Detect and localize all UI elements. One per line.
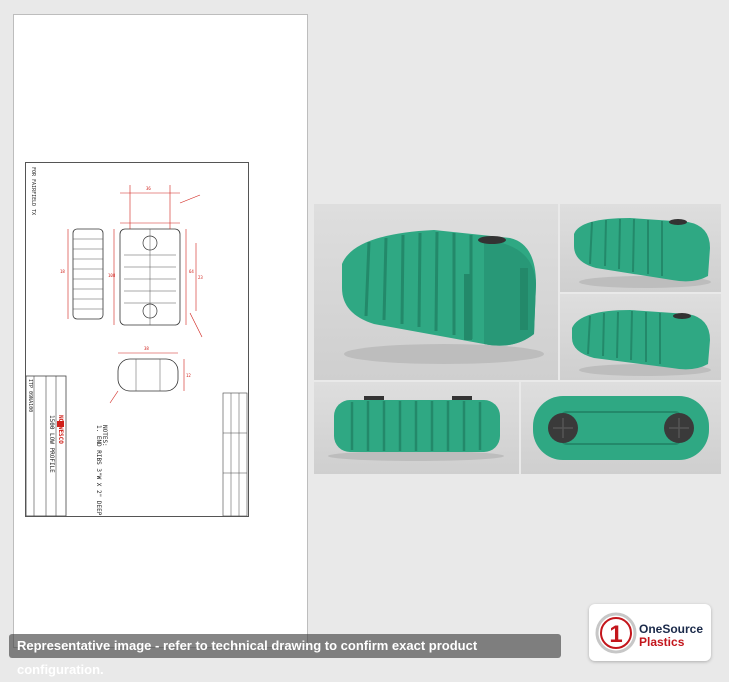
tank-photo-top	[521, 382, 721, 474]
tank-photo-large	[314, 204, 558, 380]
drawing-brand: NORWESCO	[57, 415, 64, 444]
drawing-note-1: 1. END RIBS 3"W X 2" DEEP	[95, 425, 102, 516]
svg-text:38: 38	[144, 346, 149, 351]
tank-image-small-top	[574, 218, 711, 288]
logo-text-onesource: OneSource	[639, 622, 704, 636]
tank-photo-small-bottom	[560, 294, 721, 380]
svg-text:12: 12	[186, 373, 191, 378]
logo-numeral-icon: 1	[595, 612, 637, 654]
drawing-lines: 18 108 36 64 23 38 12	[26, 185, 248, 516]
tank-image-top	[533, 396, 709, 460]
onesource-plastics-logo: 1 OneSource Plastics	[589, 604, 711, 661]
drawing-side-label: FOR FAIRFIELD TX	[30, 167, 36, 216]
svg-text:1: 1	[609, 621, 622, 648]
tank-photo-small-top	[560, 204, 721, 292]
technical-drawing: 18 108 36 64 23 38 12 FOR FAIRFIELD TX N…	[25, 162, 249, 517]
svg-text:64: 64	[189, 269, 194, 274]
tank-image-small-bottom	[572, 310, 711, 376]
svg-text:108: 108	[108, 273, 116, 278]
drawing-part-number: ITP 09NA100	[27, 379, 33, 413]
svg-text:23: 23	[198, 275, 203, 280]
drawing-title: 1500 LOW PROFILE	[48, 415, 55, 473]
representative-image-caption: Representative image - refer to technica…	[9, 634, 561, 677]
tank-photo-side	[314, 382, 519, 474]
logo-text-plastics: Plastics	[639, 635, 685, 649]
tank-image-large	[342, 230, 544, 364]
svg-text:18: 18	[60, 269, 65, 274]
drawing-notes-heading: NOTES:	[101, 425, 108, 447]
svg-text:36: 36	[146, 186, 151, 191]
tank-image-side	[328, 396, 504, 461]
